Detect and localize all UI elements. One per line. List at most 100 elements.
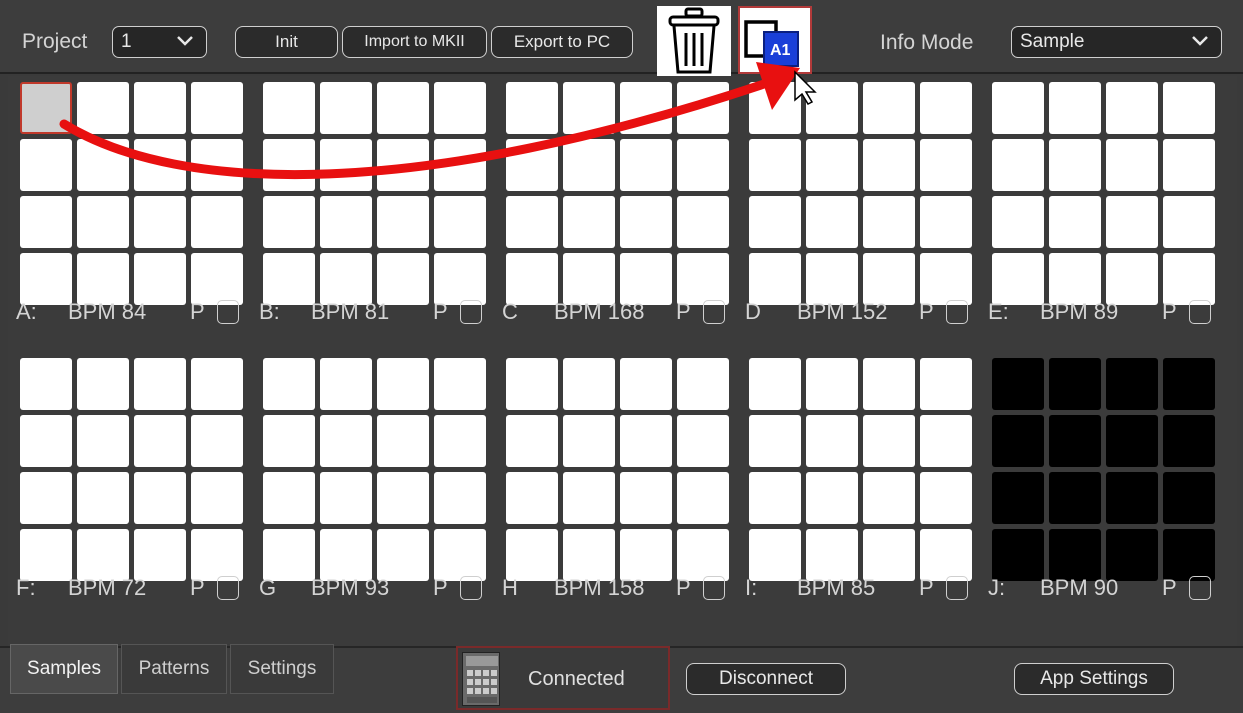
pad[interactable] [77, 472, 129, 524]
pad[interactable] [377, 82, 429, 134]
pad[interactable] [134, 196, 186, 248]
pad[interactable] [1163, 139, 1215, 191]
pad[interactable] [1106, 358, 1158, 410]
pad[interactable] [506, 196, 558, 248]
pad[interactable] [377, 196, 429, 248]
pad[interactable] [920, 415, 972, 467]
bank-p-checkbox[interactable] [217, 576, 239, 600]
pad[interactable] [1163, 196, 1215, 248]
info-mode-select[interactable]: Sample [1011, 26, 1222, 58]
pad[interactable] [191, 82, 243, 134]
pad[interactable] [920, 139, 972, 191]
pad[interactable] [434, 82, 486, 134]
pad[interactable] [20, 82, 72, 134]
pad[interactable] [1049, 82, 1101, 134]
pad[interactable] [992, 139, 1044, 191]
pad[interactable] [77, 415, 129, 467]
pad[interactable] [563, 415, 615, 467]
pad[interactable] [749, 196, 801, 248]
pad[interactable] [992, 415, 1044, 467]
pad[interactable] [992, 358, 1044, 410]
pad[interactable] [749, 358, 801, 410]
bank-p-checkbox[interactable] [703, 576, 725, 600]
pad[interactable] [434, 139, 486, 191]
pad[interactable] [1049, 196, 1101, 248]
pad[interactable] [863, 139, 915, 191]
pad[interactable] [377, 139, 429, 191]
pad[interactable] [1163, 472, 1215, 524]
pad[interactable] [1049, 472, 1101, 524]
pad[interactable] [1049, 358, 1101, 410]
pad[interactable] [749, 472, 801, 524]
pad[interactable] [320, 415, 372, 467]
pad[interactable] [806, 472, 858, 524]
pad[interactable] [134, 415, 186, 467]
pad[interactable] [863, 415, 915, 467]
pad[interactable] [263, 82, 315, 134]
export-to-pc-button[interactable]: Export to PC [491, 26, 633, 58]
pad[interactable] [77, 82, 129, 134]
pad[interactable] [1106, 139, 1158, 191]
pad[interactable] [506, 358, 558, 410]
bank-p-checkbox[interactable] [703, 300, 725, 324]
pad[interactable] [1106, 82, 1158, 134]
bank-p-checkbox[interactable] [460, 300, 482, 324]
pad[interactable] [677, 358, 729, 410]
pad[interactable] [563, 139, 615, 191]
pad[interactable] [920, 358, 972, 410]
pad[interactable] [863, 472, 915, 524]
pad[interactable] [191, 139, 243, 191]
pad[interactable] [1049, 415, 1101, 467]
pad[interactable] [806, 358, 858, 410]
pad[interactable] [677, 82, 729, 134]
pad[interactable] [677, 415, 729, 467]
pad[interactable] [749, 139, 801, 191]
bank-p-checkbox[interactable] [946, 576, 968, 600]
pad[interactable] [1049, 139, 1101, 191]
pad[interactable] [806, 82, 858, 134]
pad[interactable] [320, 472, 372, 524]
pad[interactable] [992, 472, 1044, 524]
pad[interactable] [749, 415, 801, 467]
bank-p-checkbox[interactable] [1189, 576, 1211, 600]
pad[interactable] [191, 358, 243, 410]
init-button[interactable]: Init [235, 26, 338, 58]
pad[interactable] [134, 82, 186, 134]
pad[interactable] [920, 82, 972, 134]
disconnect-button[interactable]: Disconnect [686, 663, 846, 695]
pad[interactable] [377, 358, 429, 410]
pad[interactable] [191, 472, 243, 524]
pad[interactable] [620, 358, 672, 410]
pad[interactable] [620, 472, 672, 524]
pad[interactable] [263, 139, 315, 191]
pad[interactable] [20, 196, 72, 248]
pad[interactable] [806, 415, 858, 467]
bank-p-checkbox[interactable] [217, 300, 239, 324]
pad[interactable] [434, 472, 486, 524]
pad[interactable] [506, 415, 558, 467]
trash-drop-target[interactable] [657, 6, 731, 76]
bank-p-checkbox[interactable] [460, 576, 482, 600]
pad[interactable] [1163, 415, 1215, 467]
pad[interactable] [320, 196, 372, 248]
pad[interactable] [806, 139, 858, 191]
pad[interactable] [620, 82, 672, 134]
pad[interactable] [77, 139, 129, 191]
pad[interactable] [1163, 358, 1215, 410]
pad[interactable] [263, 358, 315, 410]
pad[interactable] [563, 358, 615, 410]
pad[interactable] [863, 358, 915, 410]
pad[interactable] [992, 82, 1044, 134]
pad[interactable] [263, 415, 315, 467]
bank-p-checkbox[interactable] [946, 300, 968, 324]
pad[interactable] [134, 472, 186, 524]
pad[interactable] [920, 472, 972, 524]
pad[interactable] [563, 82, 615, 134]
pad[interactable] [677, 196, 729, 248]
pad[interactable] [434, 196, 486, 248]
pad[interactable] [377, 415, 429, 467]
pad[interactable] [20, 415, 72, 467]
pad[interactable] [191, 415, 243, 467]
pad[interactable] [806, 196, 858, 248]
pad[interactable] [134, 358, 186, 410]
